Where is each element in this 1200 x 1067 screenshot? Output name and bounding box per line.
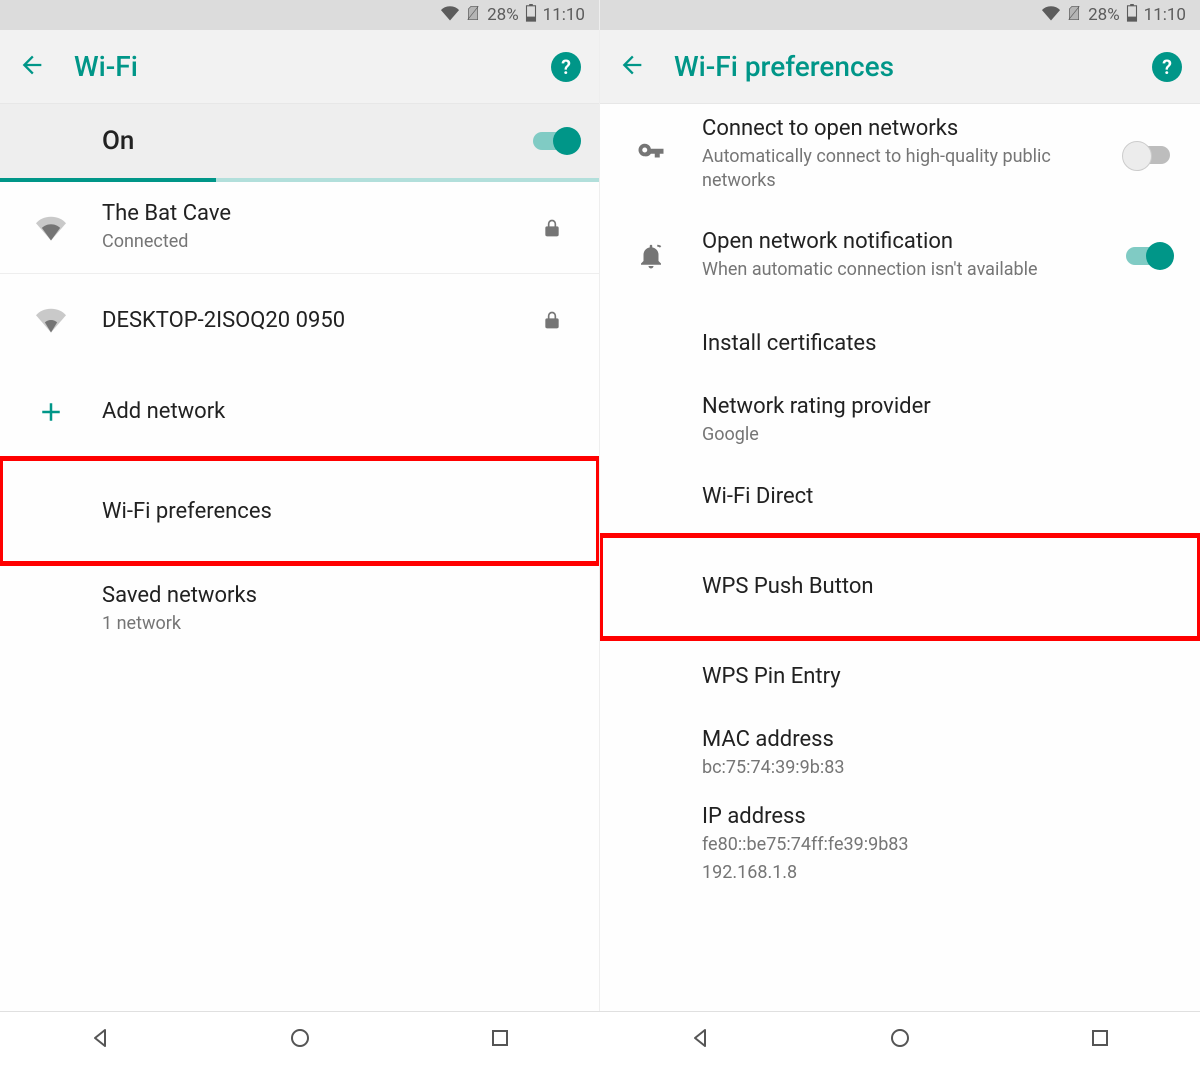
status-battery-icon bbox=[1126, 4, 1138, 27]
lock-icon bbox=[527, 216, 577, 240]
wifi-master-toggle-row[interactable]: On bbox=[0, 104, 599, 182]
screen-wifi-preferences: 28% 11:10 Wi-Fi preferences ? Connect to… bbox=[600, 0, 1200, 1011]
connect-open-networks-item[interactable]: Connect to open networks Automatically c… bbox=[600, 104, 1200, 206]
nav-back-button[interactable] bbox=[688, 1026, 712, 1054]
app-bar: Wi-Fi ? bbox=[0, 30, 599, 104]
ip-value-2: 192.168.1.8 bbox=[702, 861, 1178, 885]
wifi-toggle-switch[interactable] bbox=[533, 132, 577, 150]
status-time: 11:10 bbox=[1144, 5, 1186, 25]
ip-address-item: IP address fe80::be75:74ff:fe39:9b83 192… bbox=[600, 792, 1200, 898]
install-certificates-item[interactable]: Install certificates bbox=[600, 306, 1200, 382]
help-button[interactable]: ? bbox=[551, 52, 581, 82]
nav-recent-button[interactable] bbox=[1088, 1026, 1112, 1054]
lock-icon bbox=[527, 308, 577, 332]
nav-recent-button[interactable] bbox=[488, 1026, 512, 1054]
mac-address-item: MAC address bc:75:74:39:9b:83 bbox=[600, 715, 1200, 792]
wifi-preferences-item[interactable]: Wi-Fi preferences bbox=[0, 458, 599, 564]
help-button[interactable]: ? bbox=[1152, 52, 1182, 82]
preferences-list: Connect to open networks Automatically c… bbox=[600, 104, 1200, 1011]
add-network-label: Add network bbox=[102, 399, 577, 424]
wifi-list: The Bat Cave Connected DESKTOP-2ISOQ20 0… bbox=[0, 182, 599, 1011]
nav-home-button[interactable] bbox=[888, 1026, 912, 1054]
network-ssid: DESKTOP-2ISOQ20 0950 bbox=[102, 308, 527, 333]
back-button[interactable] bbox=[618, 51, 646, 83]
saved-networks-item[interactable]: Saved networks 1 network bbox=[0, 564, 599, 656]
ip-value-1: fe80::be75:74ff:fe39:9b83 bbox=[702, 833, 1178, 857]
mac-value: bc:75:74:39:9b:83 bbox=[702, 756, 1178, 780]
status-sim-icon bbox=[465, 5, 481, 26]
pref-label: Install certificates bbox=[702, 331, 1178, 356]
status-battery-pct: 28% bbox=[487, 5, 519, 25]
wifi-direct-item[interactable]: Wi-Fi Direct bbox=[600, 459, 1200, 535]
nav-back-button[interactable] bbox=[88, 1026, 112, 1054]
network-item[interactable]: The Bat Cave Connected bbox=[0, 182, 599, 274]
saved-networks-sub: 1 network bbox=[102, 612, 577, 636]
network-rating-provider-item[interactable]: Network rating provider Google bbox=[600, 382, 1200, 459]
connect-open-switch[interactable] bbox=[1126, 146, 1170, 164]
status-bar: 28% 11:10 bbox=[0, 0, 599, 30]
pref-label: Open network notification bbox=[702, 229, 1118, 254]
network-item[interactable]: DESKTOP-2ISOQ20 0950 bbox=[0, 274, 599, 366]
bell-wifi-icon bbox=[600, 241, 702, 271]
status-wifi-icon bbox=[441, 4, 459, 27]
open-notif-switch[interactable] bbox=[1126, 247, 1170, 265]
wps-push-button-item[interactable]: WPS Push Button bbox=[600, 535, 1200, 639]
mac-label: MAC address bbox=[702, 727, 1178, 752]
pref-label: WPS Pin Entry bbox=[702, 664, 1178, 689]
nav-home-button[interactable] bbox=[288, 1026, 312, 1054]
wifi-preferences-label: Wi-Fi preferences bbox=[102, 499, 577, 524]
add-network-item[interactable]: Add network bbox=[0, 366, 599, 458]
network-ssid: The Bat Cave bbox=[102, 201, 527, 226]
back-button[interactable] bbox=[18, 51, 46, 83]
pref-label: Connect to open networks bbox=[702, 116, 1118, 141]
pref-sub: Google bbox=[702, 423, 1178, 447]
plus-icon bbox=[0, 397, 102, 427]
open-network-notification-item[interactable]: Open network notification When automatic… bbox=[600, 206, 1200, 306]
wifi-signal-icon bbox=[0, 213, 102, 243]
key-icon bbox=[600, 140, 702, 170]
pref-label: Network rating provider bbox=[702, 394, 1178, 419]
ip-label: IP address bbox=[702, 804, 1178, 829]
app-bar: Wi-Fi preferences ? bbox=[600, 30, 1200, 104]
network-status: Connected bbox=[102, 230, 527, 254]
saved-networks-label: Saved networks bbox=[102, 583, 577, 608]
pref-label: Wi-Fi Direct bbox=[702, 484, 1178, 509]
status-battery-pct: 28% bbox=[1088, 5, 1120, 25]
status-time: 11:10 bbox=[543, 5, 585, 25]
wifi-signal-icon bbox=[0, 305, 102, 335]
page-title: Wi-Fi bbox=[74, 50, 523, 83]
status-bar: 28% 11:10 bbox=[600, 0, 1200, 30]
status-battery-icon bbox=[525, 4, 537, 27]
pref-sub: When automatic connection isn't availabl… bbox=[702, 258, 1118, 282]
wps-pin-entry-item[interactable]: WPS Pin Entry bbox=[600, 639, 1200, 715]
status-sim-icon bbox=[1066, 5, 1082, 26]
wifi-toggle-label: On bbox=[102, 126, 533, 156]
status-wifi-icon bbox=[1042, 4, 1060, 27]
pref-sub: Automatically connect to high-quality pu… bbox=[702, 145, 1118, 194]
pref-label: WPS Push Button bbox=[702, 574, 1178, 599]
screen-wifi: 28% 11:10 Wi-Fi ? On The Bat Cave Connec… bbox=[0, 0, 600, 1011]
page-title: Wi-Fi preferences bbox=[674, 50, 1124, 83]
android-nav-bar bbox=[0, 1011, 1200, 1067]
